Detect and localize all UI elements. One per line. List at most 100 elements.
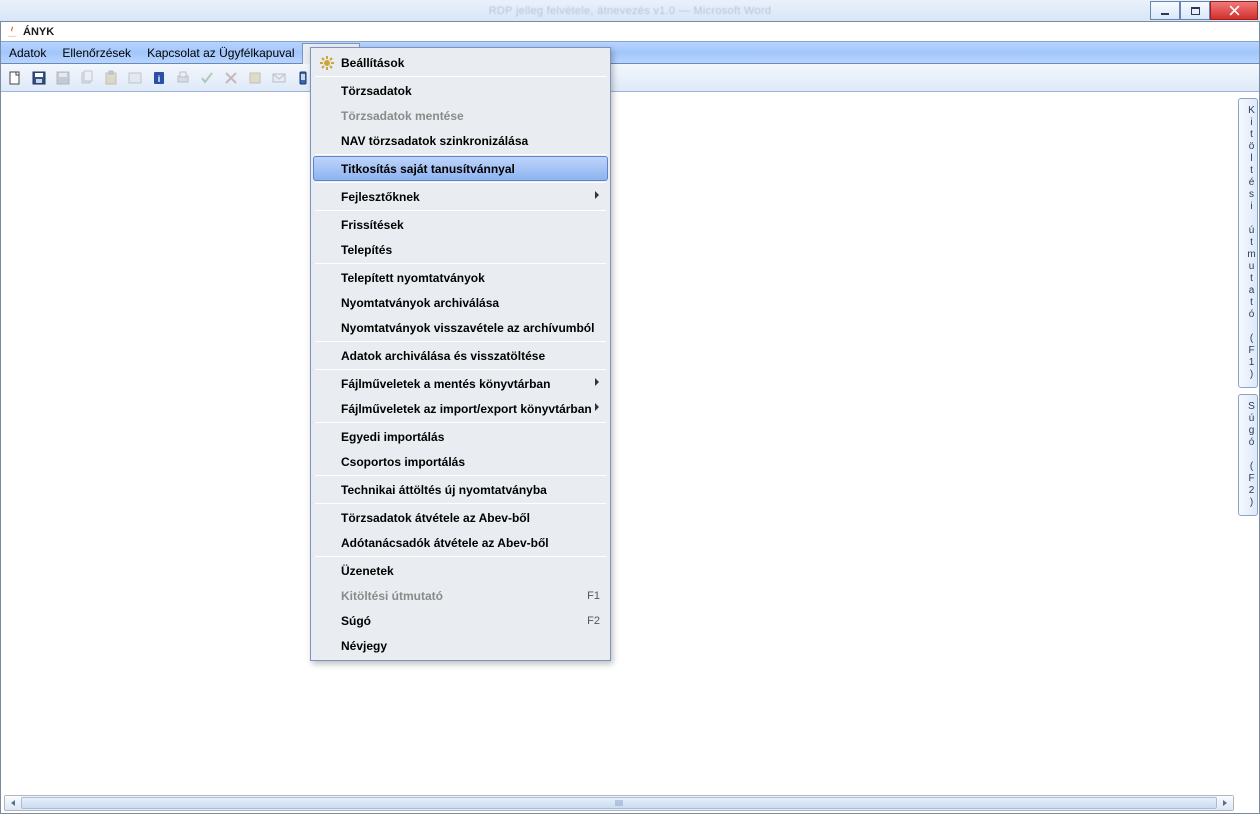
toolbar-save-icon[interactable] <box>29 68 49 88</box>
menu-item-s-g[interactable]: Súgó F2 <box>313 608 608 633</box>
menu-item-t-rzsadatok[interactable]: Törzsadatok <box>313 78 608 103</box>
toolbar-delete-icon <box>221 68 241 88</box>
menu-item-fejleszt-knek[interactable]: Fejlesztőknek <box>313 184 608 209</box>
menu-item-label: Súgó <box>341 614 371 628</box>
menu-ellenorzesek[interactable]: Ellenőrzések <box>54 42 139 63</box>
menu-item-label: Törzsadatok átvétele az Abev-ből <box>341 511 530 525</box>
toolbar-info-icon[interactable]: i <box>149 68 169 88</box>
toolbar-save-as-icon <box>53 68 73 88</box>
window-minimize-button[interactable] <box>1150 1 1180 20</box>
scrollbar-thumb[interactable] <box>21 797 1217 809</box>
menu-separator <box>315 182 606 183</box>
client-area: Kitöltési útmutató (F1) Súgó (F2) <box>1 92 1259 813</box>
menu-item-label: Fájlműveletek az import/export könyvtárb… <box>341 402 592 416</box>
toolbar-new-icon[interactable] <box>5 68 25 88</box>
menu-item-ad-tan-csad-k-tv-tele-az-abev-b-l[interactable]: Adótanácsadók átvétele az Abev-ből <box>313 530 608 555</box>
toolbar-settings-icon <box>125 68 145 88</box>
svg-text:i: i <box>158 74 161 84</box>
menu-item-label: Üzenetek <box>341 564 394 578</box>
menu-separator <box>315 503 606 504</box>
menu-item-label: Nyomtatványok archiválása <box>341 296 499 310</box>
toolbar-print-icon <box>173 68 193 88</box>
side-tab-help[interactable]: Súgó (F2) <box>1238 394 1258 516</box>
submenu-arrow-icon <box>594 377 600 390</box>
menu-item-f-jlm-veletek-az-import-export-k-nyvt-rban[interactable]: Fájlműveletek az import/export könyvtárb… <box>313 396 608 421</box>
menu-item-shortcut: F2 <box>587 615 600 627</box>
side-tab-help-guide[interactable]: Kitöltési útmutató (F1) <box>1238 98 1258 388</box>
menu-item-label: Törzsadatok mentése <box>341 109 464 123</box>
menu-item-label: Beállítások <box>341 56 404 70</box>
menu-separator <box>315 369 606 370</box>
menu-item-kit-lt-si-tmutat: Kitöltési útmutató F1 <box>313 583 608 608</box>
menu-separator <box>315 556 606 557</box>
submenu-arrow-icon <box>594 402 600 415</box>
menu-item-t-rzsadatok-ment-se: Törzsadatok mentése <box>313 103 608 128</box>
menu-item-be-ll-t-sok[interactable]: Beállítások <box>313 50 608 75</box>
menu-item-technikai-tt-lt-s-j-nyomtatv-nyba[interactable]: Technikai áttöltés új nyomtatványba <box>313 477 608 502</box>
titlebar: ÁNYK <box>1 22 1259 42</box>
menu-item-label: Csoportos importálás <box>341 455 465 469</box>
background-window-titlebar: RDP jelleg felvétele, átnevezés v1.0 — M… <box>0 0 1260 21</box>
menu-item-friss-t-sek[interactable]: Frissítések <box>313 212 608 237</box>
window-title: ÁNYK <box>23 26 54 38</box>
toolbar-paste-icon <box>101 68 121 88</box>
background-window-title: RDP jelleg felvétele, átnevezés v1.0 — M… <box>489 5 772 17</box>
menu-item-label: Frissítések <box>341 218 404 232</box>
menu-item-nyomtatv-nyok-visszav-tele-az-arch-vumb-l[interactable]: Nyomtatványok visszavétele az archívumbó… <box>313 315 608 340</box>
scrollbar-track[interactable] <box>21 796 1217 810</box>
menu-item-nav-t-rzsadatok-szinkroniz-l-sa[interactable]: NAV törzsadatok szinkronizálása <box>313 128 608 153</box>
menu-item-telep-t-s[interactable]: Telepítés <box>313 237 608 262</box>
toolbar-check-icon <box>197 68 217 88</box>
menu-kapcsolat[interactable]: Kapcsolat az Ügyfélkapuval <box>139 42 302 63</box>
menu-item-label: Névjegy <box>341 639 387 653</box>
menu-item-label: Nyomtatványok visszavétele az archívumbó… <box>341 321 594 335</box>
main-document-area <box>1 92 1237 813</box>
menu-item-f-jlm-veletek-a-ment-s-k-nyvt-rban[interactable]: Fájlműveletek a mentés könyvtárban <box>313 371 608 396</box>
menu-item-label: Fejlesztőknek <box>341 190 420 204</box>
menu-adatok[interactable]: Adatok <box>1 42 54 63</box>
window-maximize-button[interactable] <box>1180 1 1210 20</box>
menu-separator <box>315 154 606 155</box>
menu-item-label: Fájlműveletek a mentés könyvtárban <box>341 377 550 391</box>
menu-item-t-rzsadatok-tv-tele-az-abev-b-l[interactable]: Törzsadatok átvétele az Abev-ből <box>313 505 608 530</box>
menu-separator <box>315 263 606 264</box>
menu-item-zenetek[interactable]: Üzenetek <box>313 558 608 583</box>
toolbar-mail-icon <box>269 68 289 88</box>
menu-item-label: Adatok archiválása és visszatöltése <box>341 349 545 363</box>
menu-separator <box>315 341 606 342</box>
menu-item-titkos-t-s-saj-t-tanus-tv-nnyal[interactable]: Titkosítás saját tanusítvánnyal <box>313 156 608 181</box>
side-tabs: Kitöltési útmutató (F1) Súgó (F2) <box>1237 92 1259 813</box>
menu-item-label: Törzsadatok <box>341 84 412 98</box>
scrollbar-right-arrow-icon[interactable] <box>1217 796 1233 810</box>
menu-item-label: NAV törzsadatok szinkronizálása <box>341 134 528 148</box>
menu-item-shortcut: F1 <box>587 590 600 602</box>
menu-item-nyomtatv-nyok-archiv-l-sa[interactable]: Nyomtatványok archiválása <box>313 290 608 315</box>
toolbar: i <box>1 64 1259 92</box>
toolbar-copy-icon <box>77 68 97 88</box>
menu-item-adatok-archiv-l-sa-s-visszat-lt-se[interactable]: Adatok archiválása és visszatöltése <box>313 343 608 368</box>
scrollbar-left-arrow-icon[interactable] <box>5 796 21 810</box>
window-close-button[interactable] <box>1210 1 1258 20</box>
anyk-window: ÁNYK Adatok Ellenőrzések Kapcsolat az Üg… <box>0 21 1260 814</box>
menu-item-label: Titkosítás saját tanusítvánnyal <box>341 162 515 176</box>
menu-separator <box>315 422 606 423</box>
menubar: Adatok Ellenőrzések Kapcsolat az Ügyfélk… <box>1 42 1259 64</box>
menu-separator <box>315 210 606 211</box>
menu-item-label: Telepített nyomtatványok <box>341 271 485 285</box>
toolbar-attachment-icon <box>245 68 265 88</box>
menu-item-label: Egyedi importálás <box>341 430 444 444</box>
submenu-arrow-icon <box>594 190 600 203</box>
java-icon <box>5 25 19 39</box>
menu-separator <box>315 76 606 77</box>
szerviz-dropdown-menu: Beállítások Törzsadatok Törzsadatok mentés… <box>310 47 611 661</box>
menu-item-label: Technikai áttöltés új nyomtatványba <box>341 483 547 497</box>
menu-item-egyedi-import-l-s[interactable]: Egyedi importálás <box>313 424 608 449</box>
menu-separator <box>315 475 606 476</box>
menu-item-label: Kitöltési útmutató <box>341 589 443 603</box>
menu-item-n-vjegy[interactable]: Névjegy <box>313 633 608 658</box>
gear-icon <box>319 55 335 71</box>
horizontal-scrollbar[interactable] <box>4 795 1234 811</box>
menu-item-csoportos-import-l-s[interactable]: Csoportos importálás <box>313 449 608 474</box>
menu-item-telep-tett-nyomtatv-nyok[interactable]: Telepített nyomtatványok <box>313 265 608 290</box>
menu-item-label: Adótanácsadók átvétele az Abev-ből <box>341 536 549 550</box>
